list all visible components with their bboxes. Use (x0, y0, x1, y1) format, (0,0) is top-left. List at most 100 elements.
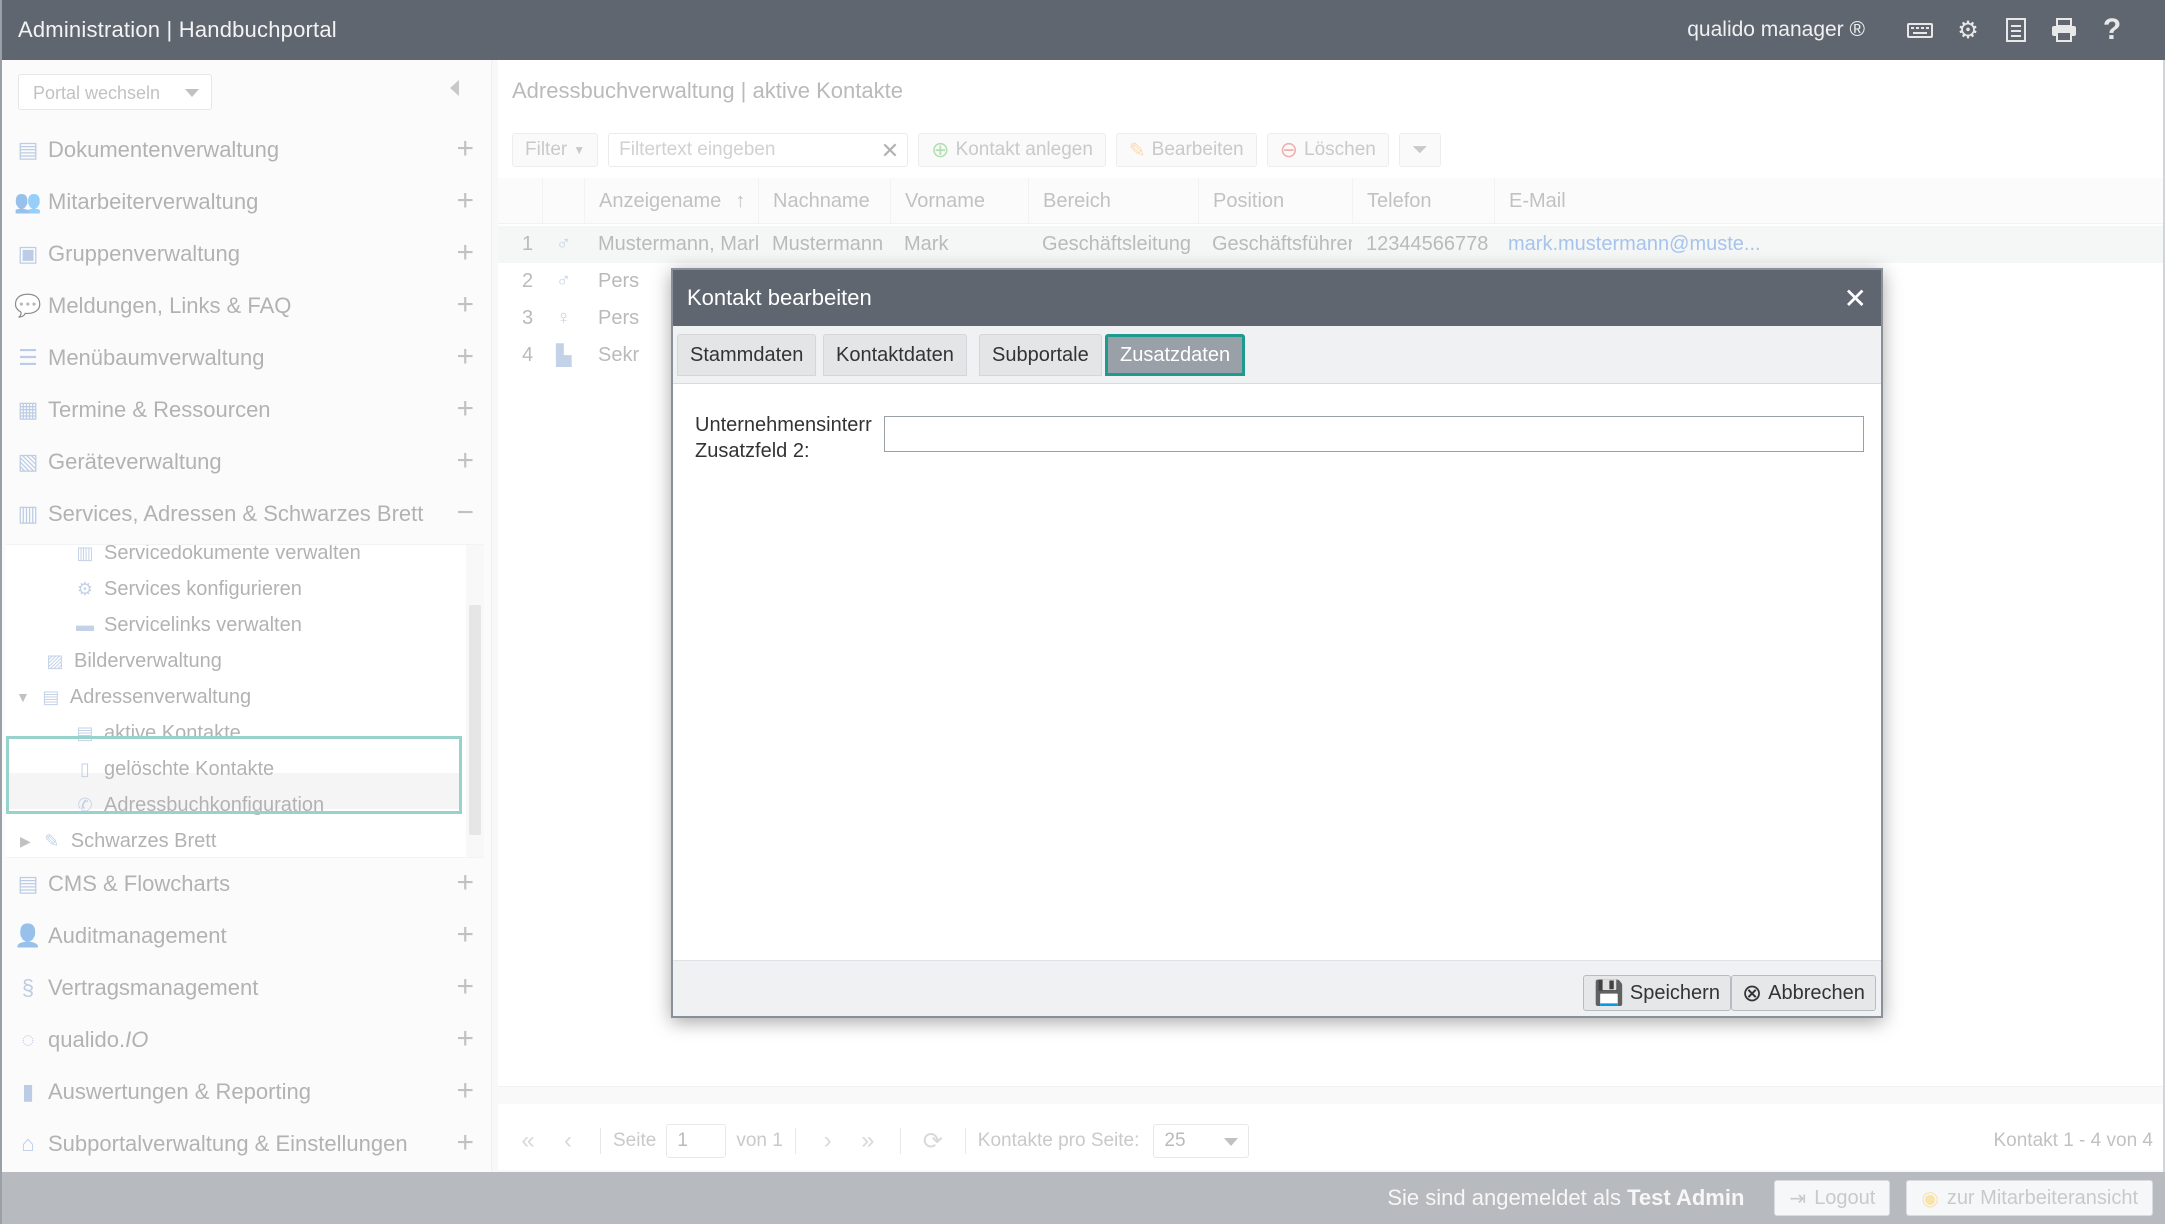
add-contact-button[interactable]: ⊕ Kontakt anlegen (918, 133, 1106, 167)
paragraph-icon: § (21, 975, 35, 1000)
expand-plus-icon[interactable]: + (456, 290, 474, 320)
sort-asc-icon: ↑ (735, 189, 746, 212)
keyboard-icon[interactable] (1905, 15, 1935, 45)
tree-scrollbar[interactable] (466, 545, 484, 857)
calendar-icon: ▦ (17, 397, 39, 422)
footer-bar: Sie sind angemeldet als Test Admin ⇥ Logo… (2, 1172, 2165, 1224)
col-telefon[interactable]: Telefon (1352, 178, 1494, 224)
collapse-minus-icon[interactable]: − (456, 498, 474, 528)
nav-services[interactable]: ▥ Services, Adressen & Schwarzes Brett − (2, 488, 492, 540)
portal-switch-select[interactable]: Portal wechseln (18, 74, 212, 110)
employee-view-label: zur Mitarbeiteransicht (1946, 1186, 2138, 1209)
expand-plus-icon[interactable]: + (456, 446, 474, 476)
col-anzeigename[interactable]: Anzeigename ↑ (584, 178, 758, 224)
collapsed-arrow-icon[interactable]: ▶ (20, 833, 31, 850)
close-icon[interactable]: ✕ (1844, 282, 1867, 315)
gears-icon: ⚙ (76, 578, 94, 599)
expand-plus-icon[interactable]: + (456, 1076, 474, 1106)
tab-kontaktdaten[interactable]: Kontaktdaten (823, 334, 967, 376)
page-input[interactable]: 1 (666, 1124, 727, 1158)
tab-zusatzdaten[interactable]: Zusatzdaten (1105, 334, 1246, 376)
employee-view-button[interactable]: ◉ zur Mitarbeiteransicht (1906, 1180, 2153, 1216)
tree-item-bilderverwaltung[interactable]: ▨ Bilderverwaltung (42, 643, 221, 679)
row-number: 1 (522, 233, 534, 255)
tree-label: Schwarzes Brett (70, 829, 217, 852)
refresh-icon[interactable]: ⟳ (913, 1127, 953, 1156)
tree-label: Services konfigurieren (104, 577, 302, 600)
table-row[interactable]: 1 ♂ Mustermann, Mark Mustermann Mark Ges… (498, 226, 2163, 263)
expand-plus-icon[interactable]: + (456, 868, 474, 898)
nav-audit[interactable]: 👤 Auditmanagement + (2, 910, 492, 962)
expand-plus-icon[interactable]: + (456, 1024, 474, 1054)
expand-plus-icon[interactable]: + (456, 920, 474, 950)
expand-plus-icon[interactable]: + (456, 342, 474, 372)
delete-label: Löschen (1304, 139, 1376, 160)
expand-plus-icon[interactable]: + (456, 1128, 474, 1158)
expand-plus-icon[interactable]: + (456, 238, 474, 268)
next-page-icon[interactable]: › (808, 1127, 848, 1155)
group-icon: ▣ (17, 241, 39, 266)
help-icon[interactable]: ? (2097, 13, 2127, 46)
nav-gruppenverwaltung[interactable]: ▣ Gruppenverwaltung + (2, 228, 492, 280)
horizontal-scrollbar[interactable] (498, 1086, 2163, 1104)
pager-info: Kontakt 1 - 4 von 4 (1993, 1130, 2154, 1151)
nav-cms[interactable]: ▤ CMS & Flowcharts + (2, 858, 492, 910)
pager: « ‹ Seite 1 von 1 › » ⟳ Kontakte pro Sei… (498, 1120, 2163, 1162)
nav-label: Auditmanagement (48, 923, 227, 948)
nav-auswertungen[interactable]: ▮ Auswertungen & Reporting + (2, 1066, 492, 1118)
tree-item-servicelinks[interactable]: ▬ Servicelinks verwalten (72, 607, 302, 643)
nav-qualido-io[interactable]: ◌ qualido. IO + (2, 1014, 492, 1066)
tree-item-adressenverwaltung[interactable]: ▼ ▤ Adressenverwaltung (16, 679, 251, 715)
expand-plus-icon[interactable]: + (456, 134, 474, 164)
col-bereich[interactable]: Bereich (1028, 178, 1198, 224)
clear-icon[interactable]: ✕ (881, 138, 899, 164)
image-icon: ▨ (46, 650, 64, 671)
expand-plus-icon[interactable]: + (456, 972, 474, 1002)
tree-item-schwarzes-brett[interactable]: ▶ ✎ Schwarzes Brett (20, 823, 217, 857)
expanded-arrow-icon[interactable]: ▼ (16, 689, 30, 705)
expand-plus-icon[interactable]: + (456, 394, 474, 424)
edit-button[interactable]: ✎ Bearbeiten (1115, 133, 1257, 167)
tree-item-services-konfigurieren[interactable]: ⚙ Services konfigurieren (72, 571, 302, 607)
cancel-button[interactable]: ⊗ Abbrechen (1731, 975, 1876, 1011)
nav-mitarbeiterverwaltung[interactable]: 👥 Mitarbeiterverwaltung + (2, 176, 492, 228)
cell-telefon: 12344566778 (1366, 233, 1489, 255)
last-page-icon[interactable]: » (848, 1127, 888, 1155)
per-page-select[interactable]: 25 (1153, 1124, 1250, 1158)
nav-subportal[interactable]: ⌂ Subportalverwaltung & Einstellungen + (2, 1118, 492, 1170)
filter-dropdown[interactable]: Filter ▼ (512, 133, 599, 167)
delete-button[interactable]: ⊖ Löschen (1266, 133, 1389, 167)
save-button[interactable]: 💾 Speichern (1583, 975, 1731, 1011)
filter-input[interactable]: Filtertext eingeben ✕ (608, 133, 909, 167)
export-icon[interactable] (2001, 15, 2031, 45)
col-vorname[interactable]: Vorname (890, 178, 1028, 224)
cell-email[interactable]: mark.mustermann@muste... (1494, 226, 2163, 263)
tab-stammdaten[interactable]: Stammdaten (677, 334, 817, 376)
nav-meldungen[interactable]: 💬 Meldungen, Links & FAQ + (2, 280, 492, 332)
nav-menuebaum[interactable]: ☰ Menübaumverwaltung + (2, 332, 492, 384)
tab-subportale[interactable]: Subportale (979, 334, 1102, 376)
nav-label: Geräteverwaltung (48, 449, 222, 474)
collapse-sidebar-icon[interactable] (450, 80, 459, 96)
tab-label: Stammdaten (690, 343, 804, 366)
first-page-icon[interactable]: « (508, 1127, 548, 1155)
speech-bubble-icon: 💬 (14, 293, 42, 318)
funnel-filter-button[interactable]: ⏷ (1398, 133, 1441, 167)
logout-icon: ⇥ (1789, 1187, 1807, 1210)
col-email[interactable]: E-Mail (1494, 178, 2163, 224)
nav-termine[interactable]: ▦ Termine & Ressourcen + (2, 384, 492, 436)
nav-vertrag[interactable]: § Vertragsmanagement + (2, 962, 492, 1014)
nav-geraete[interactable]: ▧ Geräteverwaltung + (2, 436, 492, 488)
print-icon[interactable] (2049, 15, 2079, 45)
scrollbar-thumb[interactable] (469, 605, 481, 835)
tree-item-servicedokumente[interactable]: ▥ Servicedokumente verwalten (72, 545, 360, 571)
col-position[interactable]: Position (1198, 178, 1352, 224)
zusatzfeld-input[interactable] (884, 416, 1864, 452)
nav-dokumentenverwaltung[interactable]: ▤ Dokumentenverwaltung + (2, 124, 492, 176)
logout-button[interactable]: ⇥ Logout (1774, 1180, 1891, 1216)
prev-page-icon[interactable]: ‹ (548, 1127, 588, 1155)
col-nachname[interactable]: Nachname (758, 178, 890, 224)
expand-plus-icon[interactable]: + (456, 186, 474, 216)
gears-icon[interactable]: ⚙ (1953, 15, 1983, 45)
tab-label: Subportale (992, 343, 1089, 366)
